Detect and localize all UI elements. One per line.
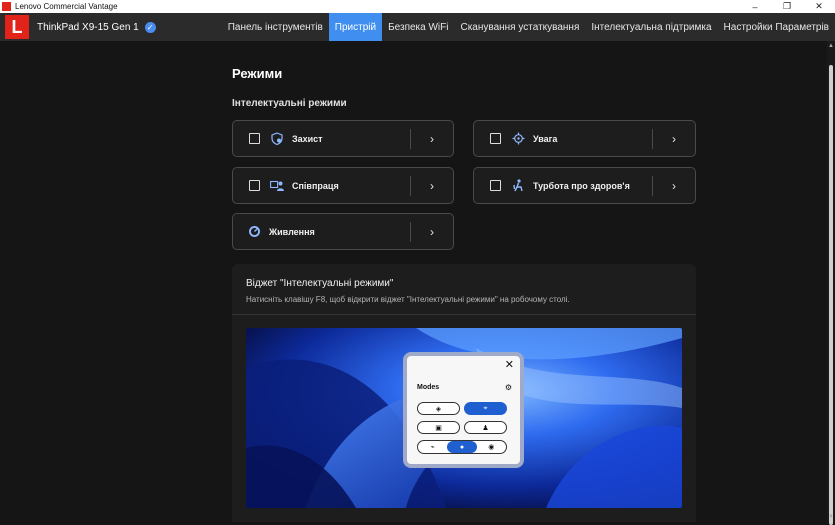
app-icon xyxy=(2,2,11,11)
minimize-button[interactable]: – xyxy=(739,0,771,13)
scroll-up-arrow-icon[interactable]: ▲ xyxy=(827,43,835,49)
scroll-down-arrow-icon[interactable]: ▼ xyxy=(827,514,835,520)
nav-tab-settings[interactable]: Настройки Параметрів xyxy=(718,13,835,41)
chevron-right-icon[interactable]: › xyxy=(411,225,453,239)
posture-icon xyxy=(511,179,525,193)
restore-button[interactable]: ❐ xyxy=(771,0,803,13)
close-icon[interactable]: ✕ xyxy=(505,358,514,371)
widget-preview-image: ✕ Modes ⚙ ◈ ⌖ ▣ ♟ ⌁ ● ◉ xyxy=(246,328,682,508)
mode-checkbox-wellbeing[interactable] xyxy=(490,180,501,191)
divider xyxy=(232,314,696,315)
verified-check-icon: ✓ xyxy=(144,21,156,33)
popup-mode-protection[interactable]: ◈ xyxy=(417,402,460,415)
mode-checkbox-attention[interactable] xyxy=(490,133,501,144)
mode-label-power: Живлення xyxy=(269,226,315,237)
mode-label-collaboration: Співпраця xyxy=(292,180,339,191)
mode-label-attention: Увага xyxy=(533,133,558,144)
shield-icon: ◈ xyxy=(435,405,442,413)
widget-description: Натисніть клавішу F8, щоб відкрити відже… xyxy=(246,295,570,304)
chevron-right-icon[interactable]: › xyxy=(653,132,695,146)
modes-widget-popup: ✕ Modes ⚙ ◈ ⌖ ▣ ♟ ⌁ ● ◉ xyxy=(403,352,524,468)
mode-label-protection: Захист xyxy=(292,133,323,144)
popup-mode-collaboration[interactable]: ▣ xyxy=(417,421,460,434)
popup-title: Modes xyxy=(417,384,440,391)
gear-icon[interactable]: ⚙ xyxy=(505,383,512,392)
power-gauge-icon[interactable]: ◉ xyxy=(477,441,506,453)
close-window-button[interactable]: ✕ xyxy=(803,0,835,13)
mode-checkbox-collaboration[interactable] xyxy=(249,180,260,191)
mode-label-wellbeing: Турбота про здоров'я xyxy=(533,180,630,191)
vertical-scrollbar[interactable]: ▲ ▼ xyxy=(827,41,835,525)
nav-tab-device[interactable]: Пристрій xyxy=(328,13,383,41)
chevron-right-icon[interactable]: › xyxy=(411,132,453,146)
popup-power-selector: ⌁ ● ◉ xyxy=(417,440,507,454)
nav-tab-wifi-security[interactable]: Безпека WiFi xyxy=(382,13,454,41)
chevron-right-icon[interactable]: › xyxy=(653,179,695,193)
nav-tab-hardware-scan[interactable]: Сканування устаткування xyxy=(454,13,585,41)
nav-tab-smart-support[interactable]: Інтелектуальна підтримка xyxy=(585,13,717,41)
posture-icon: ♟ xyxy=(482,424,489,432)
section-title: Інтелектуальні режими xyxy=(232,98,347,109)
popup-mode-wellbeing[interactable]: ♟ xyxy=(464,421,507,434)
scrollbar-thumb[interactable] xyxy=(829,65,833,525)
mode-card-attention[interactable]: Увага › xyxy=(473,120,696,157)
collaboration-icon: ▣ xyxy=(435,424,442,432)
window-title: Lenovo Commercial Vantage xyxy=(15,2,118,11)
balanced-bulb-icon[interactable]: ● xyxy=(447,441,477,453)
battery-saver-icon[interactable]: ⌁ xyxy=(418,441,447,453)
chevron-right-icon[interactable]: › xyxy=(411,179,453,193)
window-titlebar: Lenovo Commercial Vantage – ❐ ✕ xyxy=(0,0,835,13)
shield-icon xyxy=(270,132,284,146)
widget-panel: Віджет "Інтелектуальні режими" Натисніть… xyxy=(232,264,696,522)
device-name-label: ThinkPad X9-15 Gen 1 xyxy=(37,21,139,33)
main-nav: Панель інструментів Пристрій Безпека WiF… xyxy=(222,13,835,41)
mode-checkbox-protection[interactable] xyxy=(249,133,260,144)
mode-card-power[interactable]: Живлення › xyxy=(232,213,454,250)
focus-target-icon: ⌖ xyxy=(483,404,488,412)
lenovo-logo: L xyxy=(5,15,29,39)
mode-card-collaboration[interactable]: Співпраця › xyxy=(232,167,454,204)
mode-card-protection[interactable]: Захист › xyxy=(232,120,454,157)
power-gauge-icon xyxy=(247,225,261,239)
mode-card-wellbeing[interactable]: Турбота про здоров'я › xyxy=(473,167,696,204)
widget-title: Віджет "Інтелектуальні режими" xyxy=(246,278,394,289)
collaboration-icon xyxy=(270,179,284,193)
nav-tab-dashboard[interactable]: Панель інструментів xyxy=(222,13,329,41)
focus-target-icon xyxy=(511,132,525,146)
app-header: L ThinkPad X9-15 Gen 1 ✓ Панель інструмен… xyxy=(0,13,835,41)
page-title: Режими xyxy=(232,66,283,81)
main-content: Режими Інтелектуальні режими Захист › Ув… xyxy=(0,41,835,522)
device-name: ThinkPad X9-15 Gen 1 ✓ xyxy=(37,21,156,33)
popup-mode-attention[interactable]: ⌖ xyxy=(464,402,507,415)
